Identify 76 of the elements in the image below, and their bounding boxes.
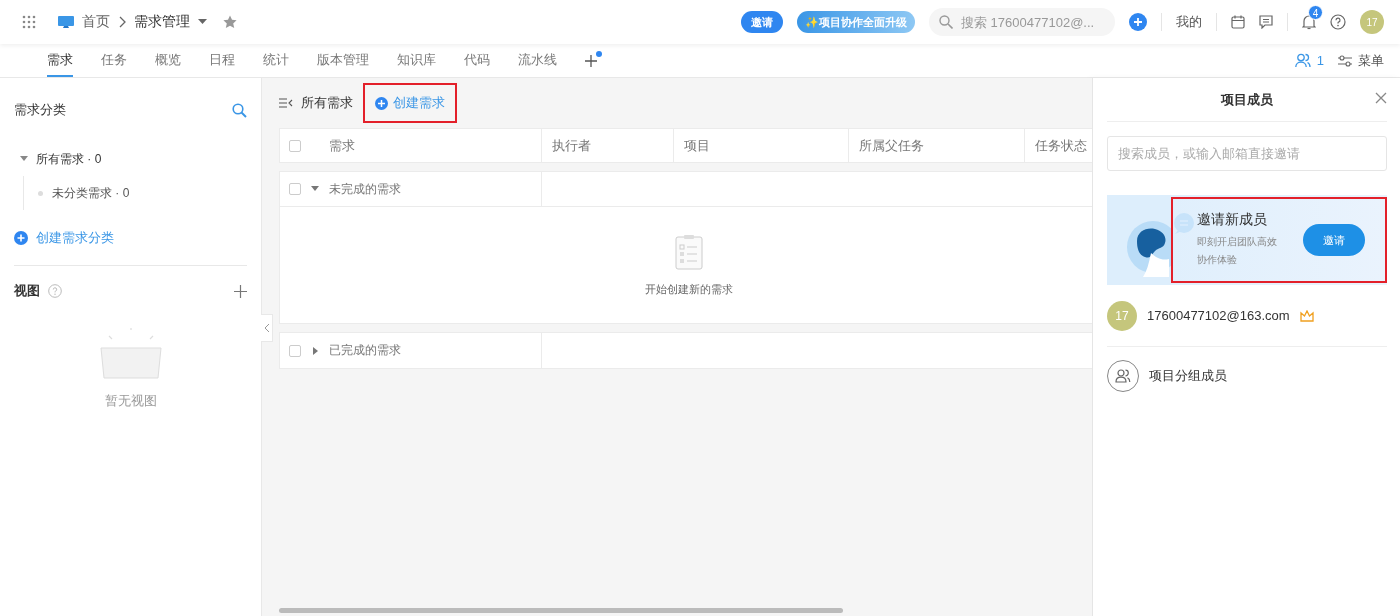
column-header: 任务状态 bbox=[1034, 136, 1088, 155]
column-header: 执行者 bbox=[542, 129, 674, 162]
member-name[interactable]: 17600477102@163.com bbox=[1147, 308, 1290, 323]
sliders-icon[interactable] bbox=[1338, 54, 1352, 67]
notification-badge: 4 bbox=[1308, 4, 1323, 20]
create-button[interactable]: 创建需求 bbox=[363, 83, 457, 123]
mine-link[interactable]: 我的 bbox=[1176, 13, 1202, 31]
empty-text: 暂无视图 bbox=[104, 392, 157, 410]
panel-title: 项目成员 bbox=[1221, 90, 1273, 109]
add-icon[interactable] bbox=[234, 284, 247, 298]
tree-item[interactable]: 未分类需求 · 0 bbox=[52, 184, 130, 202]
member-count[interactable]: 1 bbox=[1316, 53, 1324, 68]
create-category-link[interactable]: 创建需求分类 bbox=[36, 228, 114, 247]
add-icon[interactable] bbox=[1129, 13, 1147, 31]
close-icon bbox=[1375, 92, 1387, 104]
column-header: 所属父任务 bbox=[849, 129, 1025, 162]
nav-tab[interactable]: 代码 bbox=[464, 44, 490, 77]
search-icon[interactable] bbox=[232, 102, 247, 118]
invite-title: 邀请新成员 bbox=[1197, 211, 1268, 229]
filter-label[interactable]: 所有需求 bbox=[301, 94, 353, 112]
checkbox[interactable] bbox=[289, 139, 301, 152]
expand-arrow-icon[interactable] bbox=[20, 155, 28, 163]
chevron-icon bbox=[263, 323, 270, 333]
breadcrumb-link[interactable]: 需求管理 bbox=[134, 13, 190, 31]
section-title: 视图 bbox=[14, 282, 40, 300]
apps-icon[interactable] bbox=[22, 15, 36, 29]
add-icon bbox=[375, 96, 388, 110]
column-header: 需求 bbox=[329, 136, 355, 155]
chat-bubble-icon bbox=[1173, 213, 1195, 235]
dot-badge bbox=[596, 51, 602, 57]
monitor-icon bbox=[58, 15, 74, 29]
nav-tab[interactable]: 需求 bbox=[47, 44, 73, 77]
add-icon[interactable] bbox=[14, 230, 28, 245]
tree-item[interactable]: 所有需求 · 0 bbox=[36, 150, 102, 168]
group-label[interactable]: 未完成的需求 bbox=[329, 180, 401, 198]
search-field[interactable]: 搜索成员，或输入邮箱直接邀请 bbox=[1107, 136, 1387, 171]
members-icon bbox=[1115, 369, 1131, 383]
breadcrumb-link[interactable]: 首页 bbox=[82, 13, 110, 31]
chevron-icon bbox=[118, 16, 126, 28]
menu-link[interactable]: 菜单 bbox=[1358, 51, 1384, 70]
add-icon[interactable] bbox=[585, 54, 597, 67]
invite-button[interactable]: 邀请 bbox=[741, 11, 783, 33]
help-icon[interactable] bbox=[1330, 14, 1346, 30]
nav-tab[interactable]: 任务 bbox=[101, 44, 127, 77]
nav-tab[interactable]: 统计 bbox=[263, 44, 289, 77]
nav-tab[interactable]: 流水线 bbox=[518, 44, 557, 77]
empty-text: 开始创建新的需求 bbox=[645, 281, 733, 297]
clipboard-icon bbox=[675, 233, 703, 270]
close-button[interactable] bbox=[1375, 92, 1387, 104]
collapse-list-icon[interactable] bbox=[279, 98, 293, 108]
calendar-icon[interactable] bbox=[1231, 15, 1245, 29]
collapse-handle[interactable] bbox=[261, 314, 273, 342]
collapse-arrow-icon[interactable] bbox=[311, 346, 319, 355]
search-icon bbox=[939, 15, 953, 29]
nav-tab[interactable]: 知识库 bbox=[397, 44, 436, 77]
nav-tab[interactable]: 概览 bbox=[155, 44, 181, 77]
expand-arrow-icon[interactable] bbox=[311, 185, 319, 193]
nav-tab[interactable]: 版本管理 bbox=[317, 44, 369, 77]
help-icon bbox=[48, 284, 62, 298]
invite-text: 即刻开启团队高效协作体验 bbox=[1197, 235, 1278, 267]
section-title: 需求分类 bbox=[14, 101, 66, 119]
member-avatar: 17 bbox=[1107, 300, 1137, 331]
invite-button[interactable]: 邀请 bbox=[1303, 224, 1365, 256]
search-field[interactable]: 搜索 17600477102@... bbox=[929, 8, 1115, 36]
caret-icon[interactable] bbox=[198, 19, 207, 25]
upgrade-button[interactable]: ✨项目协作全面升级 bbox=[797, 11, 915, 33]
nav-tab[interactable]: 日程 bbox=[209, 44, 235, 77]
star-icon[interactable] bbox=[223, 15, 237, 29]
checkbox[interactable] bbox=[289, 344, 301, 357]
checkbox[interactable] bbox=[289, 183, 301, 195]
bullet-icon bbox=[38, 190, 43, 196]
message-icon[interactable] bbox=[1259, 15, 1273, 29]
group-members-link[interactable]: 项目分组成员 bbox=[1149, 367, 1227, 385]
column-header: 项目 bbox=[674, 129, 849, 162]
group-label[interactable]: 已完成的需求 bbox=[329, 342, 401, 359]
members-icon[interactable] bbox=[1294, 53, 1311, 68]
